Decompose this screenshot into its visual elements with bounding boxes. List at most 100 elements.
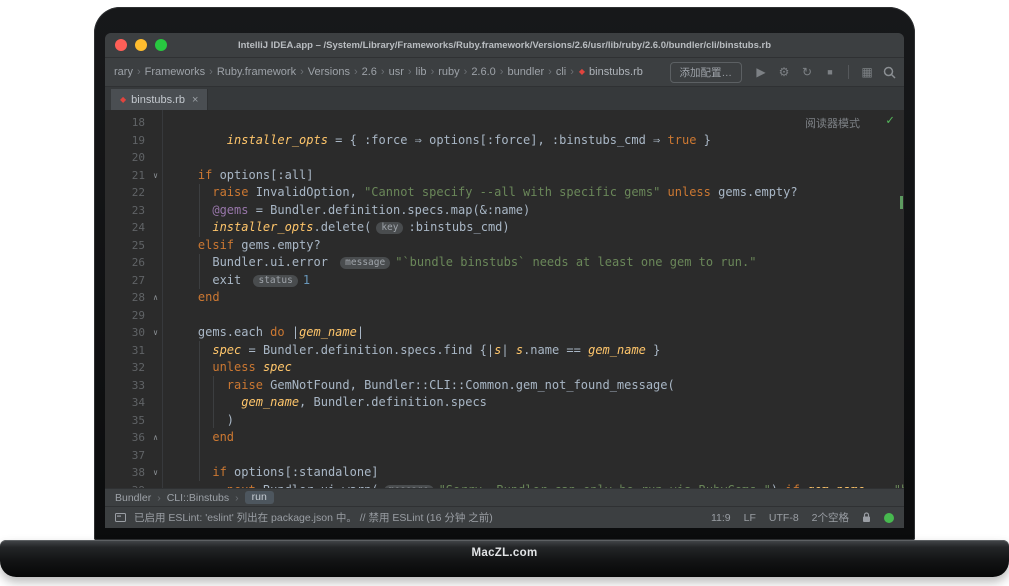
breadcrumb-item[interactable]: usr xyxy=(389,66,404,78)
breadcrumb-item[interactable]: 2.6 xyxy=(362,66,377,78)
code-text: installer_opts = { :force ⇒ options[:for… xyxy=(162,132,711,150)
editor-tab-binstubs[interactable]: ◆ binstubs.rb × xyxy=(111,89,208,110)
code-text: spec = Bundler.definition.specs.find {|s… xyxy=(162,342,660,360)
code-line[interactable]: 27 exit status1 xyxy=(105,272,904,290)
breadcrumb-item[interactable]: cli xyxy=(556,66,566,78)
tab-label: binstubs.rb xyxy=(131,94,185,106)
line-number: 18 xyxy=(105,114,149,132)
ide-status-indicator[interactable] xyxy=(884,513,894,523)
window-title: IntelliJ IDEA.app – /System/Library/Fram… xyxy=(185,40,824,51)
breadcrumb-separator: › xyxy=(381,66,385,78)
fold-spacer xyxy=(149,219,162,237)
code-line[interactable]: 23 @gems = Bundler.definition.specs.map(… xyxy=(105,202,904,220)
stop-icon[interactable]: ■ xyxy=(823,65,837,79)
event-log-icon[interactable] xyxy=(115,512,126,523)
close-window-button[interactable] xyxy=(115,39,127,51)
code-line[interactable]: 29 xyxy=(105,307,904,325)
breadcrumb-module[interactable]: Bundler xyxy=(115,492,151,504)
fold-icon[interactable]: ∨ xyxy=(149,324,162,342)
minimize-window-button[interactable] xyxy=(135,39,147,51)
search-everywhere-icon[interactable] xyxy=(883,66,896,79)
fold-spacer xyxy=(149,394,162,412)
breadcrumb-item[interactable]: lib xyxy=(416,66,427,78)
fold-spacer xyxy=(149,132,162,150)
code-line[interactable]: 25 elsif gems.empty? xyxy=(105,237,904,255)
fold-spacer xyxy=(149,377,162,395)
breadcrumb-item[interactable]: Versions xyxy=(308,66,350,78)
breadcrumb-item[interactable]: Frameworks xyxy=(145,66,206,78)
parameter-hint: key xyxy=(376,222,403,234)
settings-gear-icon[interactable]: ⚙ xyxy=(777,65,791,79)
code-line[interactable]: 20 xyxy=(105,149,904,167)
add-configuration-button[interactable]: 添加配置… xyxy=(670,62,743,83)
line-number: 27 xyxy=(105,272,149,290)
line-number: 39 xyxy=(105,482,149,489)
fold-spacer xyxy=(149,342,162,360)
code-line[interactable]: 26 Bundler.ui.error message"`bundle bins… xyxy=(105,254,904,272)
fold-icon[interactable]: ∧ xyxy=(149,429,162,447)
code-line[interactable]: 32 unless spec xyxy=(105,359,904,377)
fold-spacer xyxy=(149,272,162,290)
code-line[interactable]: 30∨ gems.each do |gem_name| xyxy=(105,324,904,342)
line-number: 29 xyxy=(105,307,149,325)
fold-icon[interactable]: ∨ xyxy=(149,167,162,185)
code-line[interactable]: 33 raise GemNotFound, Bundler::CLI::Comm… xyxy=(105,377,904,395)
reader-mode-label[interactable]: 阅读器模式 xyxy=(805,115,860,131)
code-line[interactable]: 38∨ if options[:standalone] xyxy=(105,464,904,482)
readonly-lock-icon[interactable] xyxy=(862,512,871,523)
breadcrumb-item[interactable]: Ruby.framework xyxy=(217,66,296,78)
fold-spacer xyxy=(149,359,162,377)
zoom-window-button[interactable] xyxy=(155,39,167,51)
code-line[interactable]: 34 gem_name, Bundler.definition.specs xyxy=(105,394,904,412)
indent-widget[interactable]: 2个空格 xyxy=(812,510,849,525)
code-text: if options[:all] xyxy=(162,167,314,185)
code-line[interactable]: 24 installer_opts.delete(key:binstubs_cm… xyxy=(105,219,904,237)
editor[interactable]: 1819 installer_opts = { :force ⇒ options… xyxy=(105,110,904,488)
line-number: 34 xyxy=(105,394,149,412)
breadcrumb-file[interactable]: ◆ binstubs.rb xyxy=(579,66,643,78)
code-text: if options[:standalone] xyxy=(162,464,379,482)
code-line[interactable]: 21∨ if options[:all] xyxy=(105,167,904,185)
code-line[interactable]: 35 ) xyxy=(105,412,904,430)
fold-icon[interactable]: ∧ xyxy=(149,289,162,307)
code-text xyxy=(162,149,169,167)
breadcrumb-item[interactable]: bundler xyxy=(507,66,544,78)
run-icon[interactable]: ▶ xyxy=(754,65,768,79)
fold-spacer xyxy=(149,184,162,202)
breadcrumb-item[interactable]: ruby xyxy=(438,66,459,78)
tab-close-icon[interactable]: × xyxy=(192,94,198,106)
ruby-file-icon: ◆ xyxy=(579,68,585,76)
ide-window: IntelliJ IDEA.app – /System/Library/Fram… xyxy=(105,33,904,528)
code-line[interactable]: 28∧ end xyxy=(105,289,904,307)
code-text xyxy=(162,447,169,465)
line-separator-widget[interactable]: LF xyxy=(744,512,756,524)
code-line[interactable]: 36∧ end xyxy=(105,429,904,447)
fold-icon[interactable]: ∨ xyxy=(149,464,162,482)
encoding-widget[interactable]: UTF-8 xyxy=(769,512,799,524)
line-number: 37 xyxy=(105,447,149,465)
code-line[interactable]: 37 xyxy=(105,447,904,465)
tool-windows-icon[interactable]: ▦ xyxy=(860,65,874,79)
breadcrumb-method-current[interactable]: run xyxy=(245,491,274,504)
status-message[interactable]: 已启用 ESLint: 'eslint' 列出在 package.json 中。… xyxy=(134,510,493,525)
breadcrumb-class[interactable]: CLI::Binstubs xyxy=(167,492,229,504)
window-titlebar[interactable]: IntelliJ IDEA.app – /System/Library/Fram… xyxy=(105,33,904,58)
line-number: 21 xyxy=(105,167,149,185)
breadcrumb-item[interactable]: 2.6.0 xyxy=(471,66,495,78)
code-line[interactable]: 22 raise InvalidOption, "Cannot specify … xyxy=(105,184,904,202)
inspections-ok-icon[interactable]: ✓ xyxy=(886,113,894,128)
code-line[interactable]: 39 next Bundler.ui.warn(message"Sorry, B… xyxy=(105,482,904,489)
update-project-icon[interactable]: ↻ xyxy=(800,65,814,79)
code-line[interactable]: 19 installer_opts = { :force ⇒ options[:… xyxy=(105,132,904,150)
navigation-bar: rary›Frameworks›Ruby.framework›Versions›… xyxy=(105,58,904,87)
fold-spacer xyxy=(149,254,162,272)
fold-spacer xyxy=(149,149,162,167)
breadcrumb-separator: › xyxy=(157,492,161,504)
status-bar: 已启用 ESLint: 'eslint' 列出在 package.json 中。… xyxy=(105,506,904,528)
breadcrumb-item[interactable]: rary xyxy=(114,66,133,78)
caret-position-widget[interactable]: 11:9 xyxy=(711,512,731,524)
line-number: 32 xyxy=(105,359,149,377)
code-line[interactable]: 31 spec = Bundler.definition.specs.find … xyxy=(105,342,904,360)
code-line[interactable]: 18 xyxy=(105,114,904,132)
laptop-mockup: IntelliJ IDEA.app – /System/Library/Fram… xyxy=(0,0,1009,586)
